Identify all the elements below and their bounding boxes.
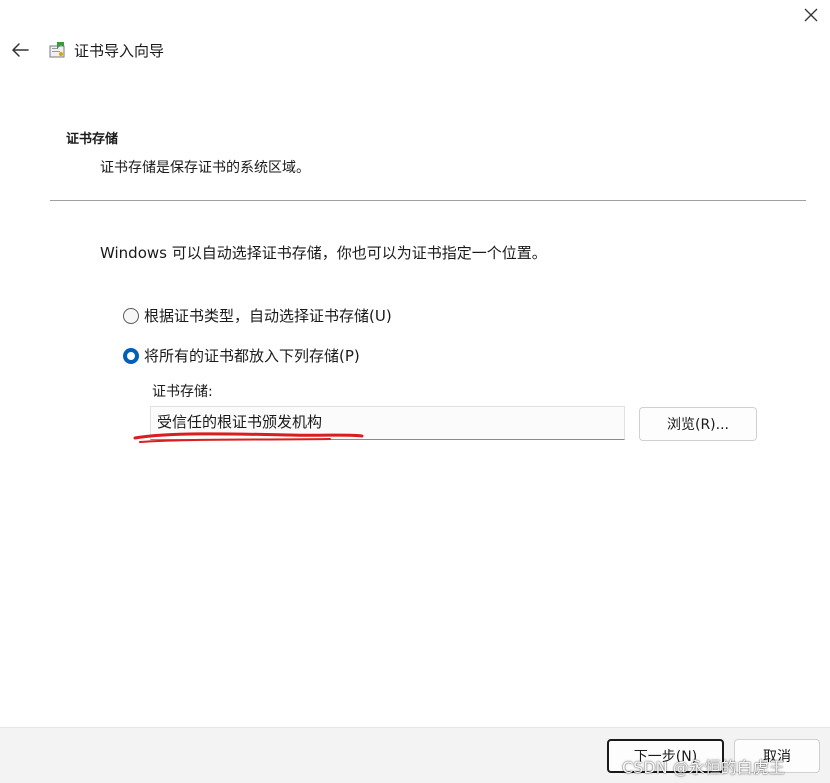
wizard-title: 证书导入向导 [74,41,165,60]
radio-place-in-store[interactable]: 将所有的证书都放入下列存储(P) [123,345,360,366]
radio-auto-select-store[interactable]: 根据证书类型，自动选择证书存储(U) [123,305,392,326]
section-title: 证书存储 [66,132,119,147]
back-button[interactable] [8,38,32,62]
next-button[interactable]: 下一步(N) [607,739,724,773]
certificate-store-label: 证书存储: [152,384,213,400]
radio-unchecked-icon[interactable] [123,307,139,324]
section-description: 证书存储是保存证书的系统区域。 [100,160,310,176]
browse-button[interactable]: 浏览(R)... [639,407,757,441]
certificate-import-wizard-window: 证书导入向导 证书存储 证书存储是保存证书的系统区域。 Windows 可以自动… [0,0,830,783]
radio-place-in-store-label: 将所有的证书都放入下列存储(P) [144,347,360,365]
certificate-store-field[interactable]: 受信任的根证书颁发机构 [150,406,625,440]
radio-checked-icon[interactable] [123,347,139,364]
certificate-wizard-icon [48,40,68,60]
close-button[interactable] [800,4,822,26]
back-arrow-icon [12,43,29,57]
radio-auto-select-label: 根据证书类型，自动选择证书存储(U) [144,307,392,325]
close-icon [804,8,818,22]
cancel-button[interactable]: 取消 [734,739,820,773]
header-divider [50,200,806,201]
intro-text: Windows 可以自动选择证书存储，你也可以为证书指定一个位置。 [100,244,547,262]
wizard-header: 证书导入向导 [8,36,164,64]
